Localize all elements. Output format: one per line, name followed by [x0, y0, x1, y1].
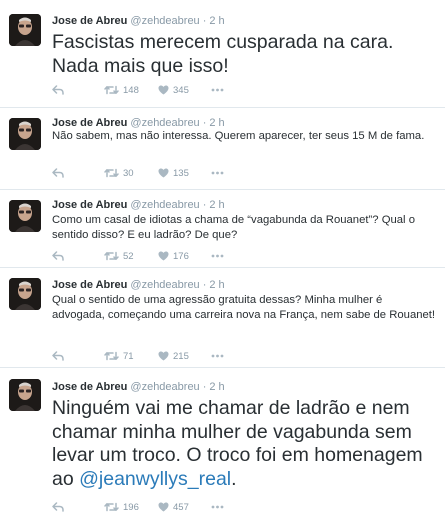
- tweet-text: Ninguém vai me chamar de ladrão e nem ch…: [52, 397, 437, 491]
- like-count: 457: [173, 501, 189, 513]
- more-button[interactable]: [211, 254, 231, 258]
- tweet-text: Fascistas merecem cusparada na cara. Nad…: [52, 31, 394, 77]
- tweet-header: Jose de Abreu @zehdeabreu · 2 h: [52, 278, 437, 292]
- mention-link[interactable]: @jeanwyllys_real: [79, 468, 231, 490]
- author-handle[interactable]: @zehdeabreu: [130, 117, 199, 129]
- tweet-item[interactable]: Jose de Abreu @zehdeabreu · 2 h Ninguém vai…: [0, 368, 445, 528]
- tweet-actions: 148 345: [52, 83, 231, 97]
- retweet-count: 52: [123, 250, 134, 262]
- more-dots-icon: [211, 88, 224, 92]
- separator-dot: ·: [202, 279, 207, 291]
- reply-icon: [52, 85, 64, 95]
- more-button[interactable]: [211, 171, 231, 175]
- tweet-time[interactable]: 2 h: [209, 279, 224, 291]
- heart-icon: [158, 502, 169, 512]
- retweet-button[interactable]: 30: [104, 168, 158, 179]
- like-button[interactable]: 135: [158, 168, 211, 179]
- separator-dot: ·: [202, 381, 207, 393]
- reply-button[interactable]: [52, 85, 104, 95]
- separator-dot: ·: [202, 117, 207, 129]
- tweet-header: Jose de Abreu @zehdeabreu · 2 h: [52, 14, 437, 28]
- avatar[interactable]: [9, 200, 41, 232]
- more-button[interactable]: [211, 505, 231, 509]
- retweet-count: 148: [123, 84, 139, 96]
- author-name[interactable]: Jose de Abreu: [52, 117, 127, 129]
- author-handle[interactable]: @zehdeabreu: [130, 381, 199, 393]
- reply-icon: [52, 502, 64, 512]
- like-count: 176: [173, 250, 189, 262]
- tweet-header: Jose de Abreu @zehdeabreu · 2 h: [52, 198, 437, 212]
- reply-button[interactable]: [52, 168, 104, 178]
- like-button[interactable]: 215: [158, 351, 211, 362]
- tweet-actions: 196 457: [52, 500, 231, 514]
- tweet-actions: 71 215: [52, 349, 231, 363]
- retweet-button[interactable]: 196: [104, 502, 158, 513]
- tweet-text: Não sabem, mas não interessa. Querem apa…: [52, 130, 425, 142]
- more-dots-icon: [211, 254, 224, 258]
- author-name[interactable]: Jose de Abreu: [52, 15, 127, 27]
- heart-icon: [158, 85, 169, 95]
- retweet-count: 30: [123, 167, 134, 179]
- more-button[interactable]: [211, 354, 231, 358]
- heart-icon: [158, 168, 169, 178]
- tweet-time[interactable]: 2 h: [209, 117, 224, 129]
- retweet-count: 71: [123, 350, 134, 362]
- avatar[interactable]: [9, 379, 41, 411]
- more-dots-icon: [211, 354, 224, 358]
- author-name[interactable]: Jose de Abreu: [52, 199, 127, 211]
- author-name[interactable]: Jose de Abreu: [52, 279, 127, 291]
- retweet-icon: [104, 251, 119, 261]
- author-handle[interactable]: @zehdeabreu: [130, 15, 199, 27]
- reply-icon: [52, 351, 64, 361]
- tweet-item[interactable]: Jose de Abreu @zehdeabreu · 2 h Como um cas…: [0, 190, 445, 268]
- reply-button[interactable]: [52, 251, 104, 261]
- retweet-icon: [104, 168, 119, 178]
- more-dots-icon: [211, 505, 224, 509]
- like-button[interactable]: 176: [158, 251, 211, 262]
- reply-icon: [52, 251, 64, 261]
- more-dots-icon: [211, 171, 224, 175]
- retweet-button[interactable]: 52: [104, 251, 158, 262]
- reply-icon: [52, 168, 64, 178]
- retweet-button[interactable]: 71: [104, 351, 158, 362]
- retweet-icon: [104, 85, 119, 95]
- retweet-button[interactable]: 148: [104, 85, 158, 96]
- tweet-time[interactable]: 2 h: [209, 199, 224, 211]
- like-count: 345: [173, 84, 189, 96]
- heart-icon: [158, 351, 169, 361]
- reply-button[interactable]: [52, 502, 104, 512]
- avatar[interactable]: [9, 14, 41, 46]
- reply-button[interactable]: [52, 351, 104, 361]
- tweet-item[interactable]: Jose de Abreu @zehdeabreu · 2 h Qual o sent…: [0, 268, 445, 368]
- tweet-text: Qual o sentido de uma agressão gratuita …: [52, 294, 436, 321]
- tweet-text: Como um casal de idiotas a chama de “vag…: [52, 214, 415, 241]
- author-name[interactable]: Jose de Abreu: [52, 381, 127, 393]
- tweet-item[interactable]: Jose de Abreu @zehdeabreu · 2 h Fascistas m…: [0, 0, 445, 108]
- like-button[interactable]: 345: [158, 85, 211, 96]
- author-handle[interactable]: @zehdeabreu: [130, 199, 199, 211]
- tweet-actions: 30 135: [52, 166, 231, 180]
- like-count: 215: [173, 350, 189, 362]
- tweet-item[interactable]: Jose de Abreu @zehdeabreu · 2 h Não sabem, …: [0, 108, 445, 190]
- separator-dot: ·: [202, 199, 207, 211]
- tweet-header: Jose de Abreu @zehdeabreu · 2 h: [52, 380, 437, 394]
- retweet-count: 196: [123, 501, 139, 513]
- tweet-time[interactable]: 2 h: [209, 15, 224, 27]
- tweet-time[interactable]: 2 h: [209, 381, 224, 393]
- avatar[interactable]: [9, 278, 41, 310]
- heart-icon: [158, 251, 169, 261]
- avatar[interactable]: [9, 118, 41, 150]
- more-button[interactable]: [211, 88, 231, 92]
- separator-dot: ·: [202, 15, 207, 27]
- like-button[interactable]: 457: [158, 502, 211, 513]
- tweet-header: Jose de Abreu @zehdeabreu · 2 h: [52, 116, 437, 130]
- tweet-text-tail: .: [231, 467, 237, 490]
- like-count: 135: [173, 167, 189, 179]
- tweet-timeline: Jose de Abreu @zehdeabreu · 2 h Fascistas m…: [0, 0, 445, 528]
- retweet-icon: [104, 502, 119, 512]
- retweet-icon: [104, 351, 119, 361]
- tweet-actions: 52 176: [52, 249, 231, 263]
- author-handle[interactable]: @zehdeabreu: [130, 279, 199, 291]
